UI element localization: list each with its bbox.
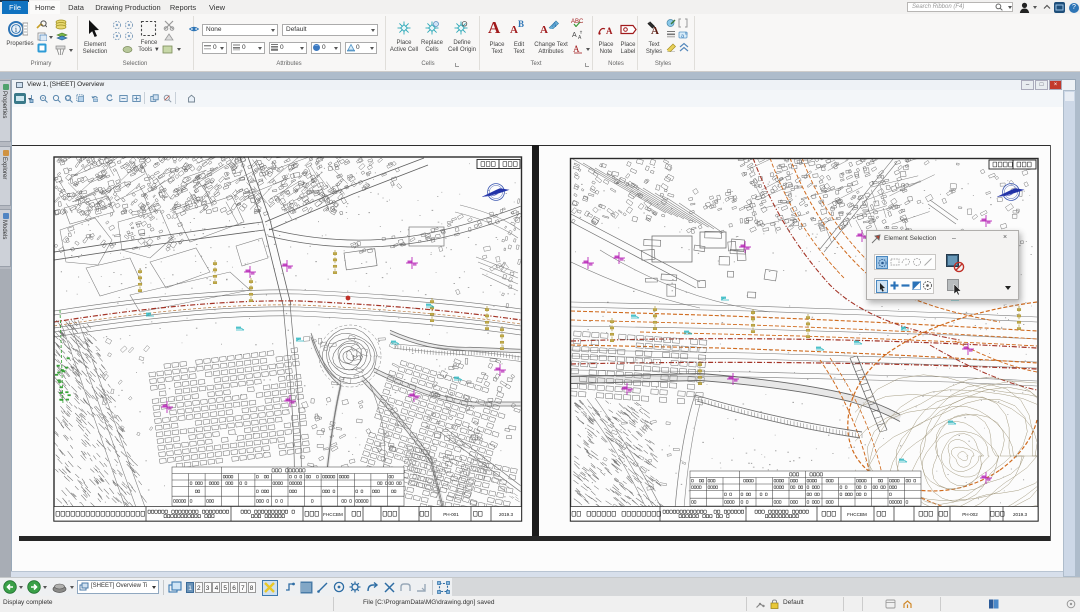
svg-text:2019.3: 2019.3 <box>1013 512 1027 517</box>
svg-text:B: B <box>685 31 688 36</box>
svg-text:FHCCBM: FHCCBM <box>847 512 867 517</box>
svg-text:A: A <box>651 25 659 36</box>
svg-text:PH-002: PH-002 <box>962 512 978 517</box>
svg-text:A: A <box>551 21 557 29</box>
svg-text:FHCCBM: FHCCBM <box>323 512 343 517</box>
svg-text:PH-001: PH-001 <box>443 512 459 517</box>
svg-text:A: A <box>606 26 613 36</box>
svg-text:A: A <box>572 32 577 39</box>
svg-text:2019.3: 2019.3 <box>499 512 513 517</box>
svg-text:A: A <box>573 44 580 54</box>
svg-text:A: A <box>578 35 582 40</box>
